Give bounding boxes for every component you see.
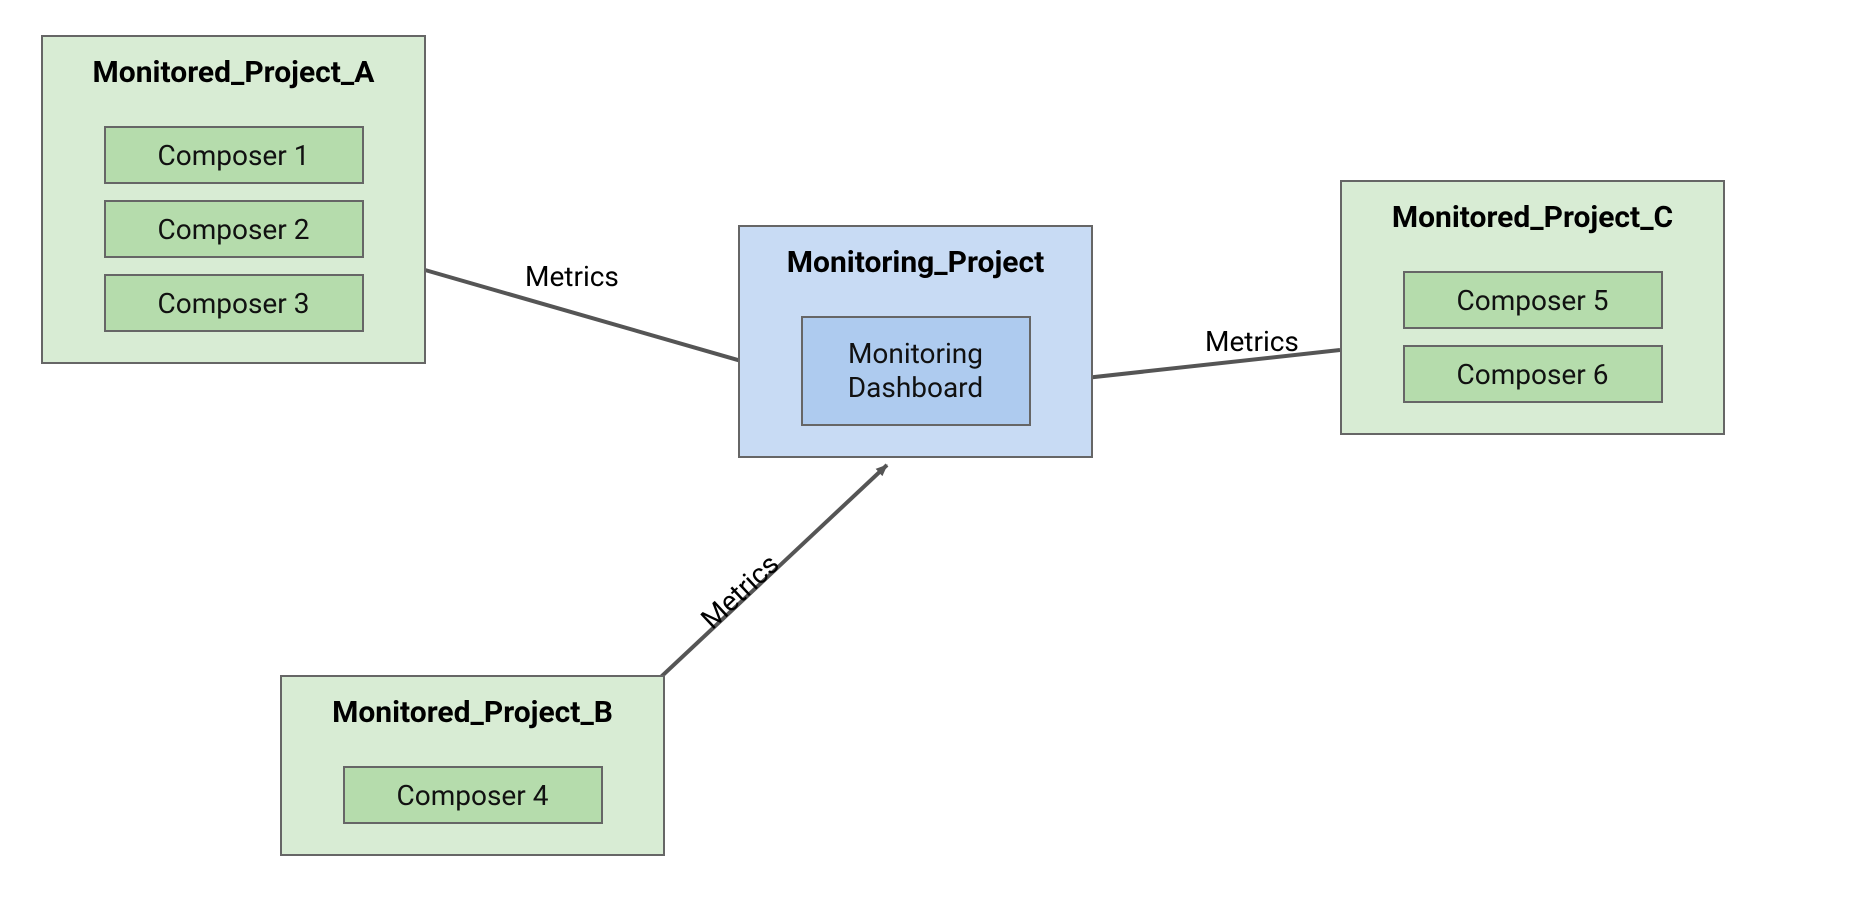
composer-item: Composer 6 [1403, 345, 1663, 403]
dashboard-label-line2: Dashboard [848, 371, 983, 404]
project-c-title: Monitored_Project_C [1392, 200, 1673, 235]
edge-label-b: Metrics [694, 547, 785, 635]
edge-label-c: Metrics [1205, 325, 1299, 358]
project-a-title: Monitored_Project_A [93, 55, 375, 90]
project-b-title: Monitored_Project_B [332, 695, 613, 730]
edge-label-a: Metrics [525, 260, 619, 293]
dashboard-label-line1: Monitoring [848, 337, 983, 370]
composer-item: Composer 1 [104, 126, 364, 184]
composer-item: Composer 5 [1403, 271, 1663, 329]
composer-item: Composer 3 [104, 274, 364, 332]
composer-item: Composer 2 [104, 200, 364, 258]
project-a-box: Monitored_Project_A Composer 1 Composer … [41, 35, 426, 364]
project-c-box: Monitored_Project_C Composer 5 Composer … [1340, 180, 1725, 435]
monitoring-project-title: Monitoring_Project [787, 245, 1044, 280]
project-b-box: Monitored_Project_B Composer 4 [280, 675, 665, 856]
monitoring-dashboard-box: Monitoring Dashboard [801, 316, 1031, 426]
composer-item: Composer 4 [343, 766, 603, 824]
monitoring-project-box: Monitoring_Project Monitoring Dashboard [738, 225, 1093, 458]
